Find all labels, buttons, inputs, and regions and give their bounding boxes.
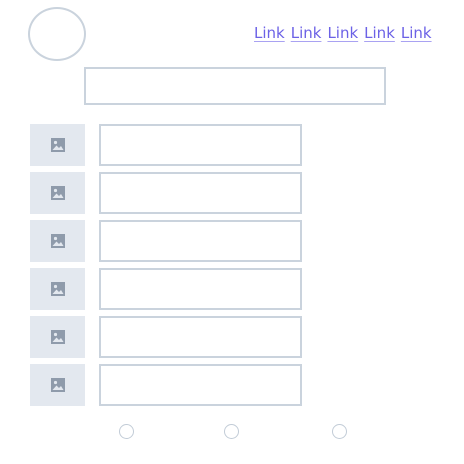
search-input[interactable] <box>84 67 386 105</box>
list-item-field[interactable] <box>99 220 302 262</box>
image-icon <box>51 330 65 344</box>
nav-link-1[interactable]: Link <box>254 24 285 42</box>
thumbnail[interactable] <box>30 124 85 166</box>
list-item <box>30 364 302 406</box>
nav-link-3[interactable]: Link <box>327 24 358 42</box>
list-item-field[interactable] <box>99 316 302 358</box>
thumbnail[interactable] <box>30 172 85 214</box>
list-item-field[interactable] <box>99 172 302 214</box>
pagination-dot-3[interactable] <box>332 424 347 439</box>
pagination-dot-2[interactable] <box>224 424 239 439</box>
list-item <box>30 124 302 166</box>
list-item-field[interactable] <box>99 364 302 406</box>
thumbnail[interactable] <box>30 220 85 262</box>
thumbnail[interactable] <box>30 364 85 406</box>
image-icon <box>51 186 65 200</box>
image-icon <box>51 234 65 248</box>
pagination-dot-1[interactable] <box>119 424 134 439</box>
list-item <box>30 268 302 310</box>
list-item <box>30 316 302 358</box>
list-item-field[interactable] <box>99 124 302 166</box>
nav-link-2[interactable]: Link <box>291 24 322 42</box>
thumbnail[interactable] <box>30 316 85 358</box>
list-item <box>30 172 302 214</box>
image-icon <box>51 378 65 392</box>
thumbnail[interactable] <box>30 268 85 310</box>
image-icon <box>51 138 65 152</box>
nav-link-4[interactable]: Link <box>364 24 395 42</box>
nav-link-5[interactable]: Link <box>401 24 432 42</box>
top-nav: Link Link Link Link Link <box>254 24 432 42</box>
image-icon <box>51 282 65 296</box>
list-item <box>30 220 302 262</box>
logo-circle[interactable] <box>28 7 86 61</box>
list-item-field[interactable] <box>99 268 302 310</box>
